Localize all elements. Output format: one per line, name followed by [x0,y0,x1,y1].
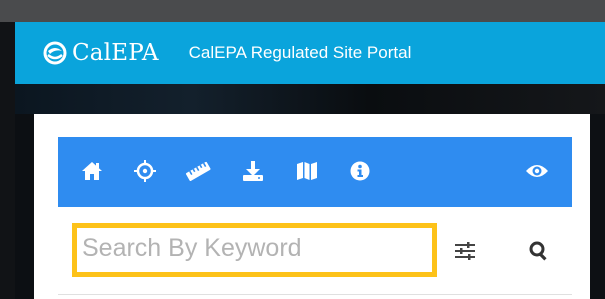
home-icon [82,162,102,180]
search-panel [34,114,590,299]
measure-button[interactable] [184,157,212,185]
logo-text: CalEPA [72,40,159,66]
locate-button[interactable] [131,157,159,185]
map-icon [297,162,317,180]
site-header: CalEPA CalEPA Regulated Site Portal [15,22,605,84]
map-background-top [15,84,605,114]
info-icon [350,161,370,181]
download-icon [243,161,263,181]
download-button[interactable] [239,157,267,185]
info-button[interactable] [346,157,374,185]
keyword-search-input[interactable] [78,230,424,266]
window-top-strip [0,0,605,22]
map-background-right [590,114,605,299]
crosshairs-icon [134,160,156,182]
visibility-button[interactable] [523,157,551,185]
filter-button[interactable] [450,236,480,266]
search-icon [529,241,547,261]
calepa-logo[interactable]: CalEPA [42,40,159,66]
home-button[interactable] [78,157,106,185]
panel-divider [58,294,572,295]
portal-title: CalEPA Regulated Site Portal [188,43,412,62]
eye-icon [526,165,548,177]
map-button[interactable] [293,157,321,185]
map-toolbar [58,137,572,207]
sliders-icon [455,242,475,260]
ruler-icon [185,161,211,181]
search-row [58,218,572,284]
search-button[interactable] [524,236,554,266]
calepa-swirl-icon [43,41,67,65]
map-background-left [15,114,34,299]
